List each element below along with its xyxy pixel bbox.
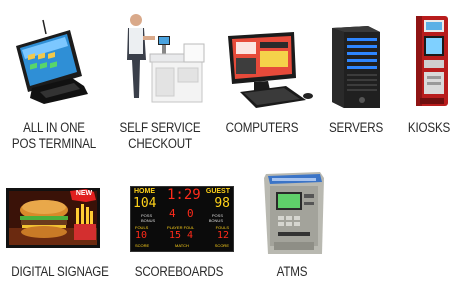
self-checkout-label[interactable]: SELF SERVICE CHECKOUT <box>117 120 203 152</box>
product-computers[interactable]: COMPUTERS <box>220 0 314 160</box>
computers-label[interactable]: COMPUTERS <box>221 120 304 136</box>
atms-label-line-1: ATMS <box>276 264 308 279</box>
product-atms[interactable]: ATMS <box>250 168 334 287</box>
scoreboard-image: HOME GUEST 1:29 104 98 POSS BONUS POSS B… <box>130 186 234 252</box>
kiosks-label[interactable]: KIOSKS <box>404 120 454 136</box>
pos-label-line-2: POS TERMINAL <box>11 136 97 151</box>
scoreboard-down: 0 <box>187 207 194 220</box>
pos-terminal-label[interactable]: ALL IN ONE POS TERMINAL <box>8 120 101 152</box>
scoreboards-label[interactable]: SCOREBOARDS <box>132 264 227 280</box>
server-image <box>330 24 382 110</box>
scoreboard-guest-fouls: 12 <box>216 230 229 241</box>
scoreboard-bonus-guest: BONUS <box>208 218 223 223</box>
scoreboard-guest-score: 98 <box>214 196 230 211</box>
product-kiosks[interactable]: KIOSKS <box>400 0 458 160</box>
scoreboard-score-guest-label: SCORE <box>214 243 229 248</box>
product-servers[interactable]: SERVERS <box>320 0 396 160</box>
scoreboard-score-home-label: SCORE <box>135 243 150 248</box>
scoreboard-bonus-home: BONUS <box>141 218 156 223</box>
pos-label-line-1: ALL IN ONE <box>23 120 85 135</box>
scoreboard-player-number: 15 <box>169 230 182 241</box>
computer-image <box>224 30 314 110</box>
scoreboard-home-score: 104 <box>133 196 157 211</box>
scoreboard-period: 4 <box>169 207 176 220</box>
signage-new-badge: NEW <box>75 190 93 197</box>
atm-image <box>262 170 326 256</box>
atms-label[interactable]: ATMS <box>256 264 328 280</box>
servers-label-line-1: SERVERS <box>328 120 384 135</box>
pos-terminal-image <box>10 12 92 104</box>
kiosks-label-line-1: KIOSKS <box>407 120 451 135</box>
product-digital-signage[interactable]: NEW DIGITAL SIGNAGE <box>0 180 120 287</box>
scoreboard-clock: 1:29 <box>167 187 201 203</box>
product-scoreboards[interactable]: HOME GUEST 1:29 104 98 POSS BONUS POSS B… <box>124 180 234 287</box>
kiosk-image <box>414 14 450 108</box>
self-checkout-image <box>122 10 206 106</box>
computers-label-line-1: COMPUTERS <box>225 120 299 135</box>
scoreboard-home-fouls: 10 <box>135 230 148 241</box>
scoreboard-match-label: MATCH <box>175 243 189 248</box>
product-pos-terminal[interactable]: ALL IN ONE POS TERMINAL <box>0 0 110 160</box>
self-label-line-2: CHECKOUT <box>128 136 192 151</box>
signage-label-line-1: DIGITAL SIGNAGE <box>11 264 109 279</box>
scoreboard-home-label: HOME <box>134 188 155 195</box>
scoreboard-player-fouls: 4 <box>187 230 194 241</box>
servers-label[interactable]: SERVERS <box>322 120 391 136</box>
digital-signage-image: NEW <box>6 188 100 248</box>
scoreboards-label-line-1: SCOREBOARDS <box>134 264 224 279</box>
self-label-line-1: SELF SERVICE <box>119 120 201 135</box>
digital-signage-label[interactable]: DIGITAL SIGNAGE <box>8 264 111 280</box>
product-self-service-checkout[interactable]: SELF SERVICE CHECKOUT <box>110 0 210 160</box>
scoreboard-guest-label: GUEST <box>205 188 230 195</box>
